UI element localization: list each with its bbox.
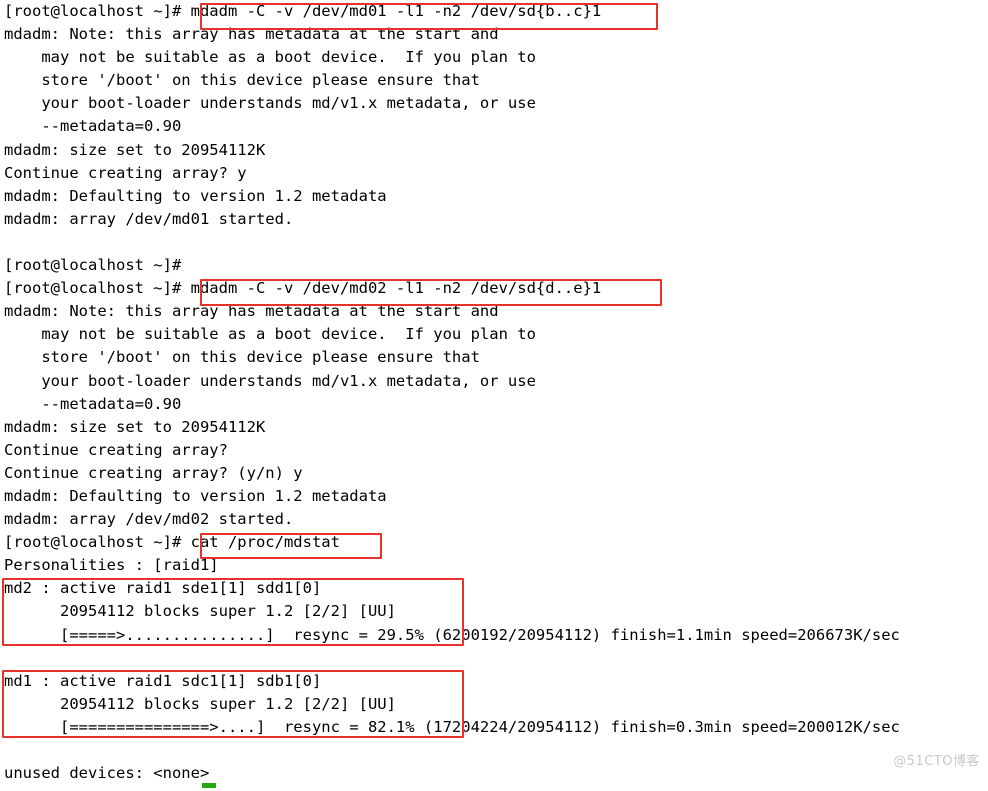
terminal-line: may not be suitable as a boot device. If…	[4, 48, 536, 67]
terminal-line: [===============>....] resync = 82.1% (1…	[4, 717, 900, 736]
terminal-line: --metadata=0.90	[4, 117, 182, 136]
terminal-line: mdadm: Defaulting to version 1.2 metadat…	[4, 486, 387, 505]
terminal-line: [root@localhost ~]#	[4, 256, 182, 275]
terminal-line: unused devices: <none>	[4, 764, 210, 783]
terminal-line: Continue creating array?	[4, 440, 228, 459]
terminal-line: your boot-loader understands md/v1.x met…	[4, 371, 536, 390]
terminal-output[interactable]: [root@localhost ~]# mdadm -C -v /dev/md0…	[0, 0, 988, 791]
terminal-cursor	[202, 783, 216, 788]
terminal-line: mdadm: size set to 20954112K	[4, 140, 266, 159]
terminal-line: mdadm: Note: this array has metadata at …	[4, 302, 499, 321]
watermark-text: @51CTO博客	[893, 753, 980, 769]
terminal-line: store '/boot' on this device please ensu…	[4, 71, 480, 90]
terminal-line: Personalities : [raid1]	[4, 556, 219, 575]
terminal-line: mdadm: array /dev/md02 started.	[4, 510, 294, 529]
terminal-line: mdadm: Defaulting to version 1.2 metadat…	[4, 186, 387, 205]
terminal-line: mdadm: array /dev/md01 started.	[4, 209, 294, 228]
terminal-line: [=====>...............] resync = 29.5% (…	[4, 625, 900, 644]
terminal-line: 20954112 blocks super 1.2 [2/2] [UU]	[4, 694, 396, 713]
terminal-line: --metadata=0.90	[4, 394, 182, 413]
terminal-line: md2 : active raid1 sde1[1] sdd1[0]	[4, 579, 322, 598]
terminal-line: mdadm: size set to 20954112K	[4, 417, 266, 436]
terminal-line: [root@localhost ~]# cat /proc/mdstat	[4, 533, 340, 552]
terminal-line: store '/boot' on this device please ensu…	[4, 348, 480, 367]
terminal-line: 20954112 blocks super 1.2 [2/2] [UU]	[4, 602, 396, 621]
terminal-line: [root@localhost ~]# mdadm -C -v /dev/md0…	[4, 2, 602, 20]
terminal-line: may not be suitable as a boot device. If…	[4, 325, 536, 344]
terminal-line: mdadm: Note: this array has metadata at …	[4, 25, 499, 44]
terminal-line: md1 : active raid1 sdc1[1] sdb1[0]	[4, 671, 322, 690]
terminal-line: Continue creating array? y	[4, 163, 247, 182]
terminal-line: your boot-loader understands md/v1.x met…	[4, 94, 536, 113]
terminal-line: Continue creating array? (y/n) y	[4, 463, 303, 482]
terminal-line: [root@localhost ~]# mdadm -C -v /dev/md0…	[4, 279, 602, 298]
